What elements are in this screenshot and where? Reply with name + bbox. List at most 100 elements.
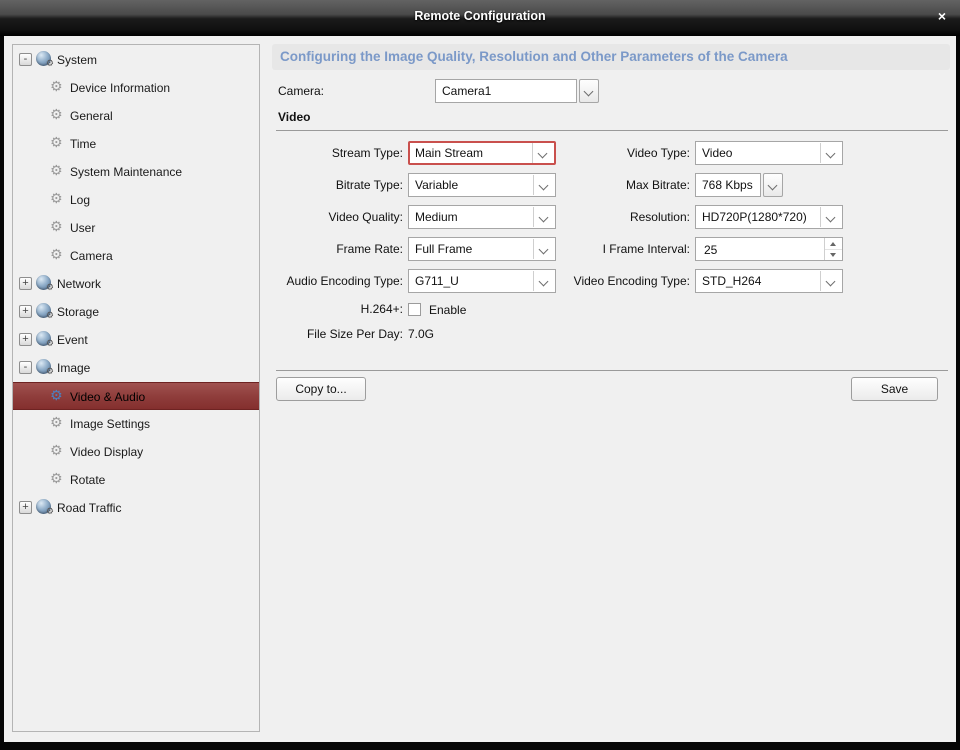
bitrate-type-value: Variable	[415, 174, 458, 196]
save-button[interactable]: Save	[851, 377, 938, 401]
gear-icon: ⚙	[50, 219, 63, 235]
video-quality-label: Video Quality:	[268, 205, 403, 229]
tree-item-event[interactable]: + ⚙ Event	[13, 326, 259, 354]
footer-divider	[276, 370, 948, 371]
stepper-down-button[interactable]	[825, 249, 842, 260]
video-encoding-type-value: STD_H264	[702, 270, 761, 292]
page-title: Configuring the Image Quality, Resolutio…	[272, 44, 950, 70]
gear-icon: ⚙	[50, 163, 63, 179]
dropdown-section[interactable]	[820, 207, 842, 227]
tree-item-user[interactable]: ⚙ User	[13, 214, 259, 242]
tree-item-time[interactable]: ⚙ Time	[13, 130, 259, 158]
dropdown-section[interactable]	[820, 143, 842, 163]
max-bitrate-dropdown-button[interactable]	[763, 173, 783, 197]
gear-icon: ⚙	[50, 79, 63, 95]
gear-icon: ⚙	[50, 443, 63, 459]
tree-item-road-traffic[interactable]: + ⚙ Road Traffic	[13, 494, 259, 522]
gear-icon: ⚙	[50, 107, 63, 123]
window-titlebar[interactable]: Remote Configuration ×	[0, 0, 960, 36]
tree-item-label: Video & Audio	[70, 390, 145, 404]
frame-rate-label: Frame Rate:	[268, 237, 403, 261]
tree-item-video-audio[interactable]: ⚙ Video & Audio	[13, 382, 259, 410]
chevron-down-icon	[768, 181, 778, 191]
i-frame-interval-input[interactable]	[702, 239, 816, 261]
tree-item-label: Road Traffic	[57, 501, 121, 515]
camera-select-dropdown-button[interactable]	[579, 79, 599, 103]
tree-item-label: Log	[70, 193, 90, 207]
minus-icon: -	[24, 361, 28, 373]
tree-item-image[interactable]: - ⚙ Image	[13, 354, 259, 382]
i-frame-interval-stepper[interactable]	[695, 237, 843, 261]
window-title: Remote Configuration	[0, 0, 960, 32]
gear-icon: ⚙	[50, 135, 63, 151]
video-encoding-type-select[interactable]: STD_H264	[695, 269, 843, 293]
tree-item-label: System	[57, 53, 97, 67]
plus-icon: +	[22, 305, 28, 317]
arrow-up-icon	[830, 242, 836, 246]
camera-select[interactable]: Camera1	[435, 79, 577, 103]
camera-label: Camera:	[278, 79, 324, 103]
category-globe-icon: ⚙	[36, 331, 51, 346]
chevron-down-icon	[584, 87, 594, 97]
stream-type-label: Stream Type:	[268, 141, 403, 165]
tree-item-network[interactable]: + ⚙ Network	[13, 270, 259, 298]
tree-item-system-maintenance[interactable]: ⚙ System Maintenance	[13, 158, 259, 186]
expand-toggle-icon[interactable]: +	[19, 277, 32, 290]
tree-item-label: Storage	[57, 305, 99, 319]
window-body: - ⚙ System ⚙ Device Information ⚙ Genera…	[4, 36, 956, 742]
expand-toggle-icon[interactable]: +	[19, 501, 32, 514]
remote-configuration-window: Remote Configuration × - ⚙ System ⚙ Devi…	[0, 0, 960, 750]
gear-icon: ⚙	[50, 471, 63, 487]
tree-item-label: Time	[70, 137, 96, 151]
h264plus-label: H.264+:	[268, 297, 403, 321]
i-frame-interval-label: I Frame Interval:	[530, 237, 690, 261]
tree-item-device-information[interactable]: ⚙ Device Information	[13, 74, 259, 102]
gear-icon: ⚙	[50, 388, 63, 404]
max-bitrate-value: 768 Kbps	[702, 174, 753, 196]
tree-item-label: Network	[57, 277, 101, 291]
tree-item-log[interactable]: ⚙ Log	[13, 186, 259, 214]
camera-select-value: Camera1	[442, 80, 491, 102]
plus-icon: +	[22, 501, 28, 513]
tree-item-rotate[interactable]: ⚙ Rotate	[13, 466, 259, 494]
category-globe-icon: ⚙	[36, 275, 51, 290]
resolution-select[interactable]: HD720P(1280*720)	[695, 205, 843, 229]
tree-item-label: Image	[57, 361, 90, 375]
video-encoding-type-label: Video Encoding Type:	[530, 269, 690, 293]
tree-item-system[interactable]: - ⚙ System	[13, 46, 259, 74]
video-type-label: Video Type:	[530, 141, 690, 165]
collapse-toggle-icon[interactable]: -	[19, 361, 32, 374]
collapse-toggle-icon[interactable]: -	[19, 53, 32, 66]
tree-item-label: System Maintenance	[70, 165, 182, 179]
gear-icon: ⚙	[46, 340, 54, 349]
expand-toggle-icon[interactable]: +	[19, 333, 32, 346]
close-icon: ×	[938, 8, 946, 24]
tree-item-general[interactable]: ⚙ General	[13, 102, 259, 130]
chevron-down-icon	[826, 149, 836, 159]
h264plus-enable-checkbox[interactable]	[408, 303, 421, 316]
gear-icon: ⚙	[50, 191, 63, 207]
file-size-per-day-label: File Size Per Day:	[268, 322, 403, 346]
max-bitrate-select[interactable]: 768 Kbps	[695, 173, 761, 197]
minus-icon: -	[24, 53, 28, 65]
expand-toggle-icon[interactable]: +	[19, 305, 32, 318]
close-button[interactable]: ×	[934, 0, 950, 32]
video-type-select[interactable]: Video	[695, 141, 843, 165]
main-pane: Configuring the Image Quality, Resolutio…	[268, 44, 952, 742]
tree-item-storage[interactable]: + ⚙ Storage	[13, 298, 259, 326]
category-globe-icon: ⚙	[36, 499, 51, 514]
tree-item-camera[interactable]: ⚙ Camera	[13, 242, 259, 270]
section-divider	[276, 130, 948, 131]
copy-to-button[interactable]: Copy to...	[276, 377, 366, 401]
audio-encoding-type-value: G711_U	[415, 270, 459, 292]
category-globe-icon: ⚙	[36, 359, 51, 374]
video-quality-value: Medium	[415, 206, 458, 228]
tree-item-video-display[interactable]: ⚙ Video Display	[13, 438, 259, 466]
tree-item-image-settings[interactable]: ⚙ Image Settings	[13, 410, 259, 438]
gear-icon: ⚙	[46, 312, 54, 321]
tree-item-label: Rotate	[70, 473, 105, 487]
file-size-per-day-value: 7.0G	[408, 327, 434, 341]
gear-icon: ⚙	[50, 415, 63, 431]
gear-icon: ⚙	[46, 284, 54, 293]
dropdown-section[interactable]	[820, 271, 842, 291]
